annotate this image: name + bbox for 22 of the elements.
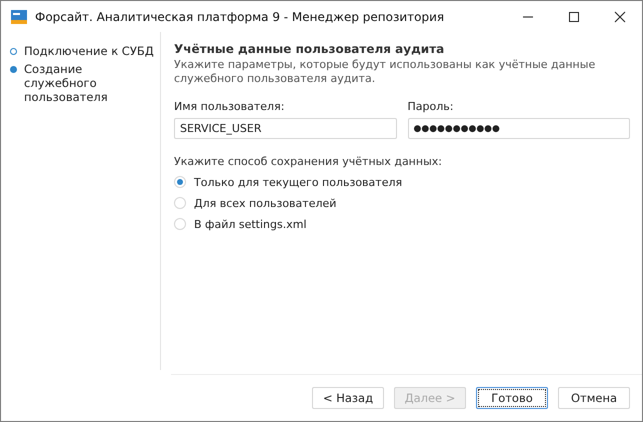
- password-field[interactable]: ●●●●●●●●●●●: [408, 118, 630, 139]
- option-label: Для всех пользователей: [194, 196, 336, 210]
- field-label: Имя пользователя:: [174, 100, 286, 113]
- step-label: Подключение к СУБД: [24, 44, 154, 58]
- maximize-icon[interactable]: [568, 10, 580, 22]
- app-icon: [11, 10, 27, 24]
- section-description: Укажите параметры, которые будут использованы как учётные данные служебного пользователя аудита.: [174, 58, 596, 86]
- field-label: Пароль:: [408, 100, 454, 113]
- close-icon[interactable]: [614, 10, 626, 22]
- save-mode-label: Укажите способ сохранения учётных данных:: [174, 155, 443, 168]
- window-title: Форсайт. Аналитическая платформа 9 - Менеджер репозитория: [35, 10, 444, 24]
- step-label: Создание служебного пользователя: [24, 62, 109, 104]
- wizard-button[interactable]: < Назад: [312, 387, 384, 409]
- radio-button[interactable]: [174, 176, 186, 188]
- radio-button[interactable]: [174, 197, 186, 209]
- wizard-button[interactable]: Отмена: [558, 387, 630, 409]
- wizard-button[interactable]: Готово: [476, 387, 548, 409]
- username-field[interactable]: SERVICE_USER: [174, 118, 396, 139]
- section-title: Учётные данные пользователя аудита: [174, 42, 446, 56]
- option-label: Только для текущего пользователя: [194, 176, 402, 188]
- option-label: В файл settings.xml: [194, 218, 307, 230]
- radio-button[interactable]: [174, 218, 186, 230]
